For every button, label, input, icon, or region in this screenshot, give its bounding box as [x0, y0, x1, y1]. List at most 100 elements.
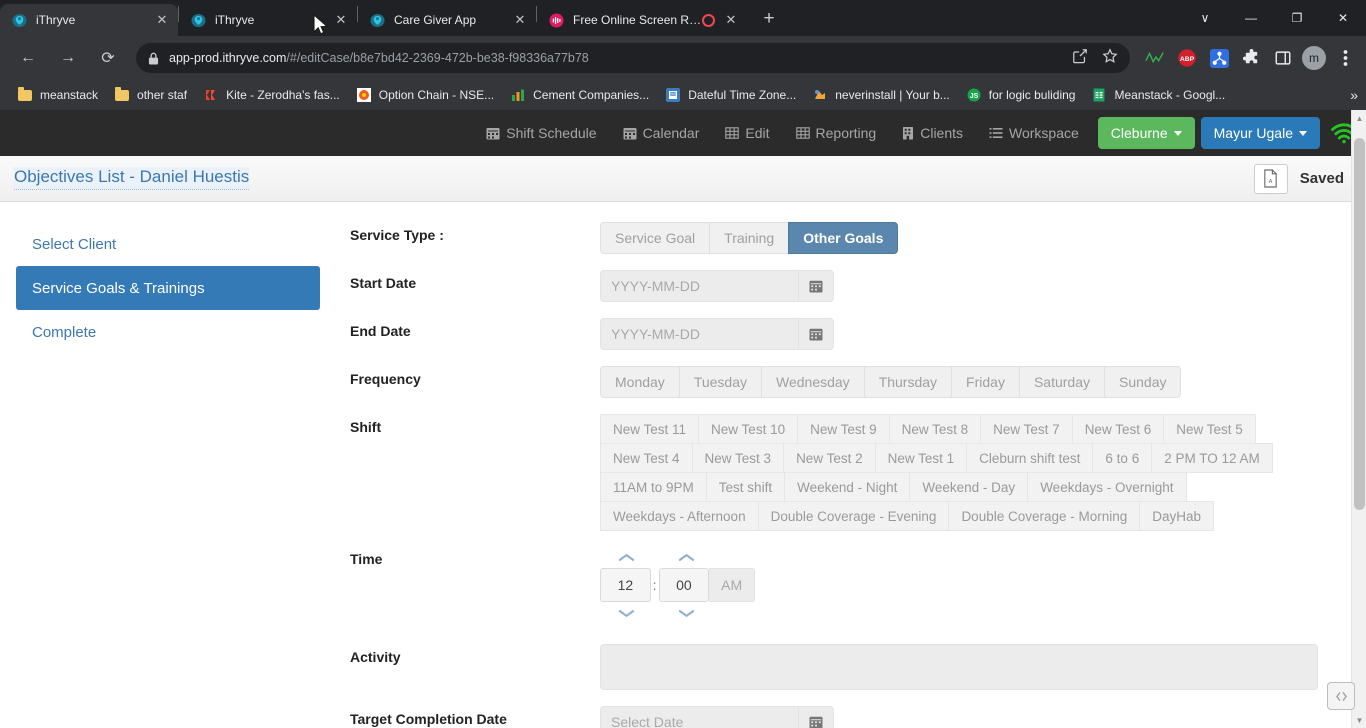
adblock-plus-icon[interactable]: ABP [1174, 45, 1200, 71]
service-type-option-other-goals[interactable]: Other Goals [788, 222, 899, 254]
frequency-option-friday[interactable]: Friday [951, 366, 1020, 398]
bookmark-item[interactable]: other staf [107, 84, 194, 106]
shift-option[interactable]: New Test 8 [888, 414, 982, 444]
new-tab-button[interactable]: + [755, 5, 783, 33]
shift-option[interactable]: DayHab [1139, 501, 1215, 531]
scroll-down-button[interactable]: ▼ [1352, 712, 1366, 728]
wave-extension-icon[interactable] [1142, 45, 1168, 71]
bookmarks-overflow-button[interactable]: » [1350, 87, 1358, 103]
shift-option[interactable]: Weekend - Night [784, 472, 911, 502]
shift-option[interactable]: Weekdays - Overnight [1027, 472, 1187, 502]
frequency-option-saturday[interactable]: Saturday [1018, 366, 1105, 398]
browser-tab-3[interactable]: Care Giver App ✕ [358, 4, 536, 36]
tab-search-icon[interactable]: ∨ [1182, 2, 1228, 34]
bookmark-item[interactable]: Cement Companies... [503, 84, 656, 106]
shift-option[interactable]: Cleburn shift test [966, 443, 1094, 473]
minimize-button[interactable]: — [1228, 2, 1274, 34]
blue-extension-icon[interactable] [1206, 45, 1232, 71]
shift-option[interactable]: New Test 5 [1163, 414, 1256, 444]
bookmark-item[interactable]: Kite - Zerodha's fas... [196, 84, 347, 106]
shift-option[interactable]: New Test 11 [600, 414, 700, 444]
close-icon[interactable]: ✕ [512, 12, 528, 28]
user-dropdown-button[interactable]: Mayur Ugale [1200, 117, 1320, 149]
nav-item-calendar[interactable]: Calendar [610, 110, 713, 156]
shift-option[interactable]: New Test 9 [797, 414, 890, 444]
shift-option[interactable]: 2 PM TO 12 AM [1151, 443, 1273, 473]
shift-option[interactable]: Double Coverage - Morning [948, 501, 1141, 531]
shift-option[interactable]: 6 to 6 [1092, 443, 1153, 473]
bookmark-item[interactable]: JS for logic buliding [959, 84, 1083, 106]
target-completion-date-input[interactable]: Select Date [600, 706, 798, 728]
close-window-button[interactable]: ✕ [1320, 2, 1366, 34]
shift-option[interactable]: Test shift [705, 472, 786, 502]
page-scrollbar[interactable]: ▲ ▼ [1351, 110, 1366, 728]
profile-avatar[interactable]: m [1302, 46, 1326, 70]
nav-item-workspace[interactable]: Workspace [976, 110, 1092, 156]
hour-increment-button[interactable] [600, 546, 652, 568]
service-type-option-service-goal[interactable]: Service Goal [600, 222, 711, 254]
shift-option[interactable]: Weekend - Day [909, 472, 1029, 502]
share-icon[interactable] [1072, 48, 1088, 69]
end-date-input[interactable]: YYYY-MM-DD [600, 318, 798, 350]
nav-item-edit[interactable]: Edit [712, 110, 782, 156]
sidepanel-icon[interactable] [1270, 45, 1296, 71]
nav-item-shift-schedule[interactable]: Shift Schedule [473, 110, 609, 156]
bookmark-item[interactable]: Meanstack - Googl... [1084, 84, 1232, 106]
back-button[interactable]: ← [13, 43, 43, 73]
shift-option[interactable]: New Test 3 [691, 443, 785, 473]
forward-button[interactable]: → [53, 43, 83, 73]
pdf-icon[interactable]: A [1253, 163, 1288, 194]
shift-option[interactable]: New Test 2 [783, 443, 876, 473]
shift-option[interactable]: New Test 1 [874, 443, 968, 473]
activity-textarea[interactable] [600, 644, 1318, 690]
shift-option[interactable]: New Test 6 [1071, 414, 1165, 444]
calendar-icon[interactable] [798, 318, 834, 350]
reload-button[interactable]: ⟳ [93, 43, 123, 73]
bookmark-item[interactable]: Option Chain - NSE... [349, 84, 501, 106]
sidebar-item-service-goals-trainings[interactable]: Service Goals & Trainings [16, 266, 320, 310]
close-icon[interactable]: ✕ [333, 12, 349, 28]
sidebar-item-select-client[interactable]: Select Client [16, 222, 320, 266]
minute-increment-button[interactable] [660, 546, 712, 568]
close-icon[interactable]: ✕ [154, 12, 170, 28]
browser-tab-1[interactable]: iThryve ✕ [0, 4, 178, 36]
hour-input[interactable]: 12 [600, 568, 651, 602]
shift-option[interactable]: New Test 10 [698, 414, 799, 444]
expand-handle-icon[interactable] [1327, 682, 1355, 710]
minute-decrement-button[interactable] [660, 602, 712, 624]
address-bar[interactable]: app-prod.ithryve.com/#/editCase/b8e7bd42… [136, 43, 1130, 73]
close-icon[interactable]: ✕ [723, 12, 739, 28]
nav-item-reporting[interactable]: Reporting [783, 110, 890, 156]
bookmark-item[interactable]: neverinstall | Your b... [805, 84, 957, 106]
puzzle-extensions-icon[interactable] [1238, 45, 1264, 71]
location-dropdown-button[interactable]: Cleburne [1097, 117, 1195, 149]
scroll-up-button[interactable]: ▲ [1352, 110, 1366, 126]
scrollbar-thumb[interactable] [1354, 138, 1365, 510]
page-title[interactable]: Objectives List - Daniel Huestis [14, 167, 250, 190]
shift-option[interactable]: 11AM to 9PM [600, 472, 707, 502]
frequency-option-monday[interactable]: Monday [600, 366, 680, 398]
bookmark-item[interactable]: meanstack [10, 84, 105, 106]
three-dot-menu-icon[interactable] [1332, 45, 1358, 71]
shift-option[interactable]: Double Coverage - Evening [757, 501, 950, 531]
meridiem-toggle[interactable]: AM [709, 568, 756, 602]
calendar-icon[interactable] [798, 706, 834, 728]
frequency-option-tuesday[interactable]: Tuesday [678, 366, 762, 398]
hour-decrement-button[interactable] [600, 602, 652, 624]
frequency-option-thursday[interactable]: Thursday [863, 366, 953, 398]
shift-option[interactable]: Weekdays - Afternoon [600, 501, 759, 531]
nav-item-clients[interactable]: Clients [889, 110, 976, 156]
shift-option[interactable]: New Test 4 [600, 443, 693, 473]
shift-option[interactable]: New Test 7 [980, 414, 1073, 444]
browser-tab-2[interactable]: iThryve ✕ [179, 4, 357, 36]
frequency-option-wednesday[interactable]: Wednesday [761, 366, 865, 398]
frequency-option-sunday[interactable]: Sunday [1104, 366, 1182, 398]
sidebar-item-complete[interactable]: Complete [16, 310, 320, 354]
calendar-icon[interactable] [798, 270, 834, 302]
bookmark-item[interactable]: Dateful Time Zone... [658, 84, 803, 106]
start-date-input[interactable]: YYYY-MM-DD [600, 270, 798, 302]
service-type-option-training[interactable]: Training [709, 222, 790, 254]
star-icon[interactable] [1102, 47, 1118, 69]
maximize-button[interactable]: ❐ [1274, 2, 1320, 34]
browser-tab-4[interactable]: Free Online Screen Recorder ✕ [537, 4, 747, 36]
